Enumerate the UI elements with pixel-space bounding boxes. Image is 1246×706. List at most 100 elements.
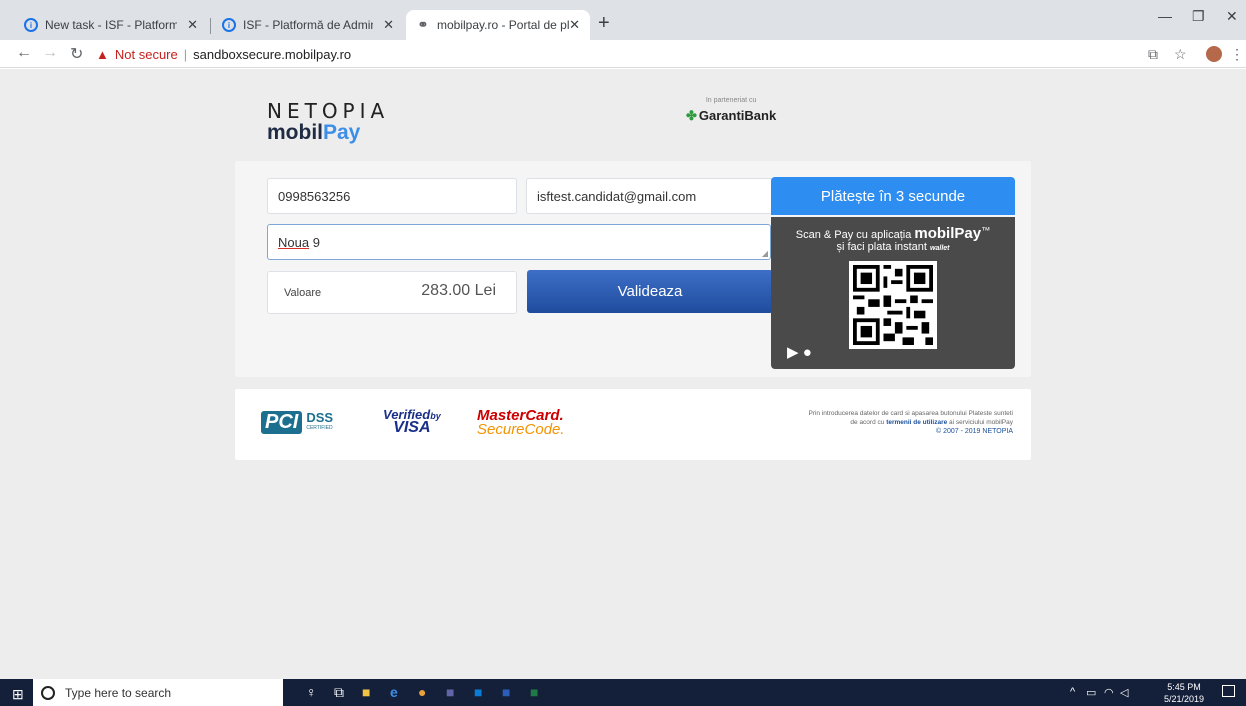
search-placeholder: Type here to search [65,685,172,700]
clover-icon: ✤ [686,108,697,123]
tab-separator [210,18,211,34]
security-status[interactable]: Not secure [115,47,178,62]
new-tab-icon[interactable]: + [598,12,610,35]
tab-mobilpay[interactable]: ⚭ mobilpay.ro - Portal de plati ✕ [406,10,590,40]
wifi-icon[interactable]: ◠ [1104,686,1114,699]
warning-icon: ▲ [96,46,109,62]
tab-title: ISF - Platformă de Administrare a [243,18,373,32]
mobilpay-brand: mobilPay [914,225,982,242]
amount-box: Valoare 283.00 Lei [267,271,517,314]
excel-icon[interactable]: ■ [530,684,538,700]
tab-isf-admin[interactable]: i ISF - Platformă de Administrare a ✕ [212,10,404,40]
task-view-icon[interactable]: ⧉ [334,684,344,701]
browser-toolbar: ← → ↻ ▲ Not secure | sandboxsecure.mobil… [0,40,1246,68]
translate-icon[interactable]: ⧉ [1148,46,1158,63]
isf-favicon-icon: i [24,18,38,32]
outlook-icon[interactable]: ■ [474,684,482,700]
store-icons: ▶ ● [787,343,812,361]
url-text[interactable]: sandboxsecure.mobilpay.ro [193,47,351,62]
trademark: ™ [981,225,991,236]
netopia-mobilpay-logo: NETOPIA mobilPay [267,99,389,145]
apple-icon[interactable]: ● [803,344,812,361]
browser-tabstrip: i New task - ISF - Platformă de Ad ✕ i I… [0,0,1246,40]
tab-title: mobilpay.ro - Portal de plati [437,18,570,32]
terms-link[interactable]: termenii de utilizare [886,419,947,426]
logo-mobil: mobil [267,121,323,144]
resize-handle-icon[interactable]: ◢ [762,249,768,258]
windows-start-icon[interactable]: ⊞ [12,686,24,703]
address-number: 9 [309,234,320,250]
word-icon[interactable]: ■ [502,684,510,700]
address-word: Noua [278,234,310,250]
chevron-up-icon[interactable]: ^ [1070,686,1075,698]
taskbar-clock[interactable]: 5:45 PM 5/21/2019 [1164,681,1204,705]
minimize-icon[interactable]: — [1158,8,1172,24]
battery-icon[interactable]: ▭ [1086,686,1096,699]
address-bar[interactable]: ▲ Not secure | sandboxsecure.mobilpay.ro [96,42,1156,66]
tab-title: New task - ISF - Platformă de Ad [45,18,178,32]
wallet-label: wallet [930,245,950,252]
notifications-icon[interactable] [1222,685,1235,697]
close-tab-icon[interactable]: ✕ [569,17,580,33]
address-field[interactable]: Noua 9 ◢ [267,224,771,260]
logo-netopia: NETOPIA [267,99,390,123]
clock-date: 5/21/2019 [1164,694,1205,704]
divider: | [183,46,188,62]
close-tab-icon[interactable]: ✕ [383,17,394,33]
copyright: © 2007 - 2019 NETOPIA [935,428,1013,435]
legal-line-1: Prin introducerea datelor de card si apa… [808,410,1013,417]
pci-dss-logo: PCI DSS CERTIFIED [261,411,333,434]
security-footer: PCI DSS CERTIFIED Verifiedby VISA MasterC… [235,389,1031,460]
amount-label: Valoare [284,287,322,299]
isf-favicon-icon: i [222,18,236,32]
email-field[interactable]: isftest.candidat@gmail.com [526,178,776,214]
clock-time: 5:45 PM [1167,682,1201,692]
menu-dots-icon[interactable]: ⋮ [1230,46,1244,63]
bank-name: GarantiBank [698,108,777,123]
taskbar-search[interactable]: Type here to search [33,679,283,706]
windows-taskbar: ⊞ Type here to search ♀ ⧉ ■ e ● ■ ■ ■ ■ … [0,679,1246,706]
payment-card: 0998563256 isftest.candidat@gmail.com No… [235,161,1031,377]
back-icon[interactable]: ← [16,44,32,62]
maximize-icon[interactable]: ❐ [1192,8,1205,25]
close-window-icon[interactable]: ✕ [1226,8,1238,25]
forward-icon[interactable]: → [42,44,58,62]
legal-text: Prin introducerea datelor de card si apa… [713,409,1013,436]
phone-field[interactable]: 0998563256 [267,178,517,214]
legal-line-2b: ai serviciului mobilPay [949,419,1013,426]
close-tab-icon[interactable]: ✕ [187,17,198,33]
bookmark-star-icon[interactable]: ☆ [1174,46,1187,63]
page-body: NETOPIA mobilPay In parteneriat cu ✤ Gara… [0,69,1246,679]
amount-value: 283.00 Lei [421,282,496,299]
scan-pay-text: Scan & Pay cu aplicația mobilPay™ [771,225,1015,242]
mastercard-securecode-logo: MasterCard. SecureCode. [477,407,565,438]
cortana-icon [41,685,55,700]
dss-mark: DSS CERTIFIED [306,411,333,434]
partner-label: In parteneriat cu [705,97,757,104]
microphone-icon[interactable]: ♀ [306,684,317,700]
chrome-icon[interactable]: ● [418,684,426,700]
instant-pay-line: și faci plata instant [836,241,927,253]
validate-button[interactable]: Valideaza [527,270,773,313]
avatar[interactable] [1206,46,1222,62]
reload-icon[interactable]: ↻ [70,44,83,64]
link-favicon-icon: ⚭ [417,17,429,32]
pay-in-3-seconds-header[interactable]: Plătește în 3 secunde [771,177,1015,215]
qr-pay-panel: Scan & Pay cu aplicația mobilPay™ și fac… [771,217,1015,369]
verified-by-visa-logo: Verifiedby VISA [383,407,441,437]
logo-mobilpay: mobilPay [267,121,389,145]
volume-icon[interactable]: ◁ [1120,686,1128,699]
google-play-icon[interactable]: ▶ [787,344,799,361]
certified-text: CERTIFIED [306,424,333,431]
teams-icon[interactable]: ■ [446,684,454,700]
by-text: by [430,411,441,421]
file-explorer-icon[interactable]: ■ [362,684,370,700]
tab-new-task[interactable]: i New task - ISF - Platformă de Ad ✕ [14,10,208,40]
legal-line-2a: de acord cu [850,419,885,426]
edge-icon[interactable]: e [390,684,398,700]
logo-pay: Pay [323,121,361,144]
instant-pay-text: și faci plata instant wallet [771,241,1015,253]
scan-pay-line: Scan & Pay cu aplicația [795,229,912,241]
pci-mark: PCI [261,411,303,434]
securecode-text: SecureCode. [477,421,565,438]
